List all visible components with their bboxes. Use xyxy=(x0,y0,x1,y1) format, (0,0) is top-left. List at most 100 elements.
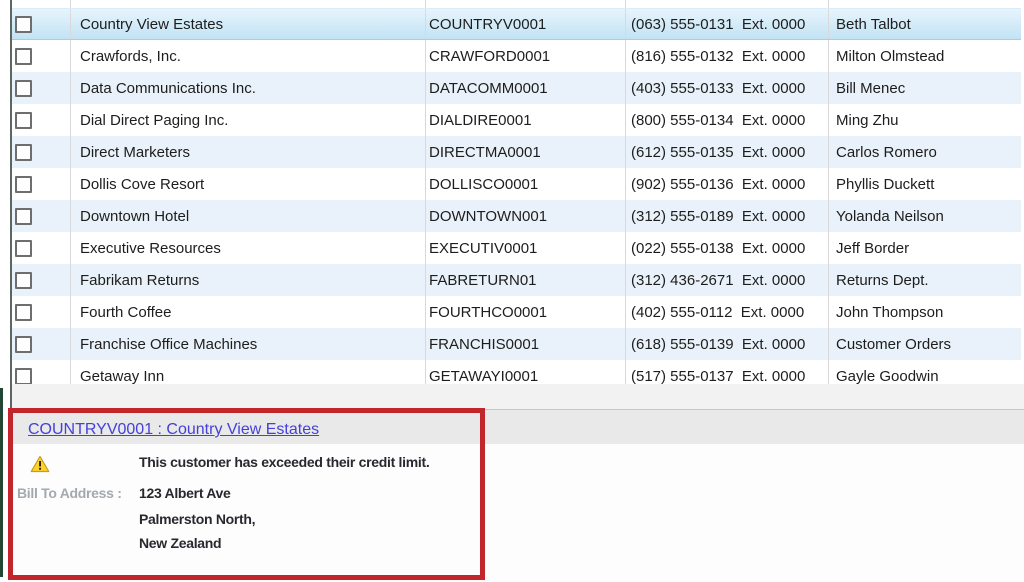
row-checkbox[interactable] xyxy=(15,80,32,97)
table-row[interactable]: Downtown Hotel DOWNTOWN001 (312) 555-018… xyxy=(12,200,1021,232)
customer-lookup-screen: Country View Estates COUNTRYV0001 (063) … xyxy=(0,0,1024,582)
row-checkbox[interactable] xyxy=(15,304,32,321)
customer-phone: (403) 555-0133 Ext. 0000 xyxy=(631,80,805,97)
table-row[interactable]: Direct Marketers DIRECTMA0001 (612) 555-… xyxy=(12,136,1021,168)
row-checkbox-cell xyxy=(12,296,71,328)
customer-phone-cell: (816) 555-0132 Ext. 0000 xyxy=(626,40,829,72)
customer-phone: (612) 555-0135 Ext. 0000 xyxy=(631,144,805,161)
row-checkbox-cell xyxy=(12,136,71,168)
customer-preview-highlight-box: COUNTRYV0001 : Country View Estates This… xyxy=(8,408,485,580)
customer-contact: Yolanda Neilson xyxy=(836,208,944,225)
table-row[interactable]: Crawfords, Inc. CRAWFORD0001 (816) 555-0… xyxy=(12,40,1021,72)
customer-contact: Beth Talbot xyxy=(836,16,911,33)
customer-contact: Jeff Border xyxy=(836,240,909,257)
customer-id: DOLLISCO0001 xyxy=(429,176,538,193)
customer-id-cell: DOWNTOWN001 xyxy=(426,200,626,232)
customer-phone: (902) 555-0136 Ext. 0000 xyxy=(631,176,805,193)
credit-limit-warning-text: This customer has exceeded their credit … xyxy=(139,454,429,470)
customer-id-cell: DOLLISCO0001 xyxy=(426,168,626,200)
customer-id-cell: EXECUTIV0001 xyxy=(426,232,626,264)
customer-phone: (312) 555-0189 Ext. 0000 xyxy=(631,208,805,225)
customer-phone: (517) 555-0137 Ext. 0000 xyxy=(631,368,805,385)
customer-name: Direct Marketers xyxy=(80,144,190,161)
table-row[interactable]: Getaway Inn GETAWAYI0001 (517) 555-0137 … xyxy=(12,360,1021,385)
row-checkbox-cell xyxy=(12,168,71,200)
table-row[interactable]: Country View Estates COUNTRYV0001 (063) … xyxy=(12,8,1021,40)
customer-contact: Milton Olmstead xyxy=(836,48,944,65)
customer-phone-cell: (612) 555-0135 Ext. 0000 xyxy=(626,136,829,168)
row-checkbox[interactable] xyxy=(15,368,32,385)
customer-name-cell: Dial Direct Paging Inc. xyxy=(71,104,426,136)
customer-contact-cell: Yolanda Neilson xyxy=(829,200,1021,232)
row-checkbox-cell xyxy=(12,40,71,72)
row-checkbox[interactable] xyxy=(15,208,32,225)
row-checkbox[interactable] xyxy=(15,112,32,129)
customer-name: Dollis Cove Resort xyxy=(80,176,204,193)
customer-name-cell: Executive Resources xyxy=(71,232,426,264)
customer-id-cell: DATACOMM0001 xyxy=(426,72,626,104)
table-row[interactable]: Dial Direct Paging Inc. DIALDIRE0001 (80… xyxy=(12,104,1021,136)
customer-phone: (402) 555-0112 Ext. 0000 xyxy=(631,304,804,321)
table-row[interactable]: Data Communications Inc. DATACOMM0001 (4… xyxy=(12,72,1021,104)
row-checkbox-cell xyxy=(12,104,71,136)
customer-name-cell: Downtown Hotel xyxy=(71,200,426,232)
customer-contact-cell: Gayle Goodwin xyxy=(829,360,1021,385)
table-row[interactable]: Franchise Office Machines FRANCHIS0001 (… xyxy=(12,328,1021,360)
customer-id: COUNTRYV0001 xyxy=(429,16,546,33)
customer-phone-cell: (402) 555-0112 Ext. 0000 xyxy=(626,296,829,328)
table-rows: Country View Estates COUNTRYV0001 (063) … xyxy=(12,8,1021,385)
customer-id: DIRECTMA0001 xyxy=(429,144,541,161)
customer-contact-cell: Carlos Romero xyxy=(829,136,1021,168)
customer-id-cell: GETAWAYI0001 xyxy=(426,360,626,385)
customer-name: Fabrikam Returns xyxy=(80,272,199,289)
row-checkbox[interactable] xyxy=(15,16,32,33)
row-checkbox[interactable] xyxy=(15,336,32,353)
table-row[interactable]: Fabrikam Returns FABRETURN01 (312) 436-2… xyxy=(12,264,1021,296)
row-checkbox-cell xyxy=(12,328,71,360)
customer-contact-cell: John Thompson xyxy=(829,296,1021,328)
customer-name: Downtown Hotel xyxy=(80,208,189,225)
customer-phone-cell: (800) 555-0134 Ext. 0000 xyxy=(626,104,829,136)
customer-name: Data Communications Inc. xyxy=(80,80,256,97)
customer-contact-cell: Customer Orders xyxy=(829,328,1021,360)
customer-phone: (063) 555-0131 Ext. 0000 xyxy=(631,16,805,33)
address-line-3: New Zealand xyxy=(139,535,221,551)
row-checkbox-cell xyxy=(12,264,71,296)
customer-contact-cell: Beth Talbot xyxy=(829,9,1021,39)
customer-id: DATACOMM0001 xyxy=(429,80,548,97)
customer-contact-cell: Bill Menec xyxy=(829,72,1021,104)
customer-name: Country View Estates xyxy=(80,16,223,33)
bill-to-address-label: Bill To Address : xyxy=(17,485,122,501)
warning-triangle-icon xyxy=(30,455,50,473)
row-checkbox[interactable] xyxy=(15,48,32,65)
header-sliver-id-col xyxy=(426,0,626,8)
customer-id-cell: FABRETURN01 xyxy=(426,264,626,296)
customer-phone-cell: (902) 555-0136 Ext. 0000 xyxy=(626,168,829,200)
row-checkbox[interactable] xyxy=(15,144,32,161)
customer-id: DOWNTOWN001 xyxy=(429,208,547,225)
customer-name: Franchise Office Machines xyxy=(80,336,257,353)
customer-contact: Bill Menec xyxy=(836,80,905,97)
table-row[interactable]: Fourth Coffee FOURTHCO0001 (402) 555-011… xyxy=(12,296,1021,328)
customer-id: FOURTHCO0001 xyxy=(429,304,547,321)
customer-name-cell: Dollis Cove Resort xyxy=(71,168,426,200)
customer-phone-cell: (312) 436-2671 Ext. 0000 xyxy=(626,264,829,296)
address-line-2: Palmerston North, xyxy=(139,511,255,527)
customer-phone-cell: (312) 555-0189 Ext. 0000 xyxy=(626,200,829,232)
row-checkbox[interactable] xyxy=(15,272,32,289)
customer-id-cell: DIRECTMA0001 xyxy=(426,136,626,168)
customer-name-cell: Direct Marketers xyxy=(71,136,426,168)
row-checkbox[interactable] xyxy=(15,176,32,193)
table-row[interactable]: Executive Resources EXECUTIV0001 (022) 5… xyxy=(12,232,1021,264)
row-checkbox-cell xyxy=(12,200,71,232)
customer-name: Fourth Coffee xyxy=(80,304,171,321)
table-row[interactable]: Dollis Cove Resort DOLLISCO0001 (902) 55… xyxy=(12,168,1021,200)
customer-name-cell: Getaway Inn xyxy=(71,360,426,385)
customer-preview-link[interactable]: COUNTRYV0001 : Country View Estates xyxy=(28,421,319,439)
customer-name-cell: Fabrikam Returns xyxy=(71,264,426,296)
customer-name: Crawfords, Inc. xyxy=(80,48,181,65)
customer-name-cell: Fourth Coffee xyxy=(71,296,426,328)
customer-phone-cell: (022) 555-0138 Ext. 0000 xyxy=(626,232,829,264)
customer-id-cell: FRANCHIS0001 xyxy=(426,328,626,360)
row-checkbox[interactable] xyxy=(15,240,32,257)
